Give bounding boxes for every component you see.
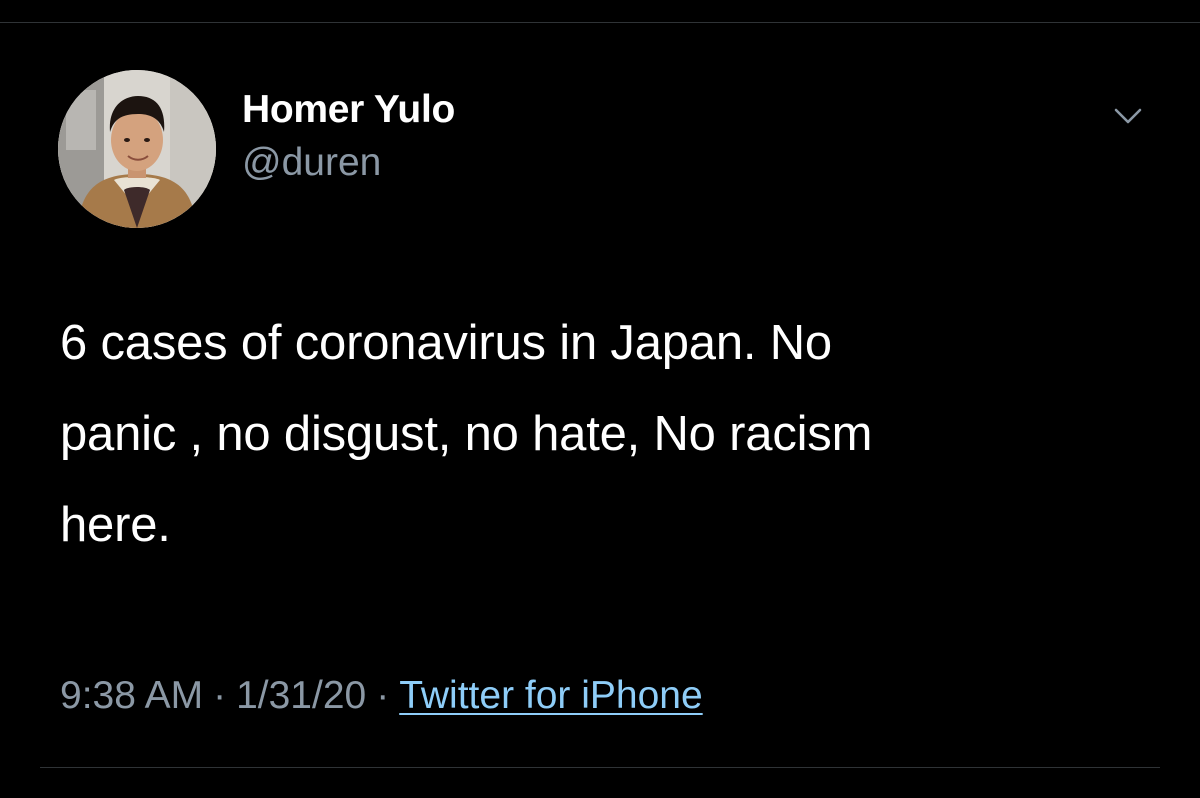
chevron-down-icon [1114,108,1142,124]
tweet-metadata: 9:38 AM · 1/31/20 · Twitter for iPhone [60,672,703,720]
tweet-date[interactable]: 1/31/20 [236,674,366,717]
tweet-time[interactable]: 9:38 AM [60,674,203,717]
metadata-separator: · [376,674,390,717]
tweet-source-link[interactable]: Twitter for iPhone [399,674,702,717]
tweet-detail: Homer Yulo @duren 6 cases of coronavirus… [0,0,1200,798]
metadata-separator: · [213,674,227,717]
author-handle[interactable]: @duren [242,140,381,186]
tweet-text: 6 cases of coronavirus in Japan. No pani… [60,316,873,552]
author-name[interactable]: Homer Yulo [242,87,455,133]
avatar[interactable] [58,70,216,228]
more-options-button[interactable] [1110,98,1146,134]
bottom-divider [40,767,1160,768]
avatar-photo [58,70,216,228]
